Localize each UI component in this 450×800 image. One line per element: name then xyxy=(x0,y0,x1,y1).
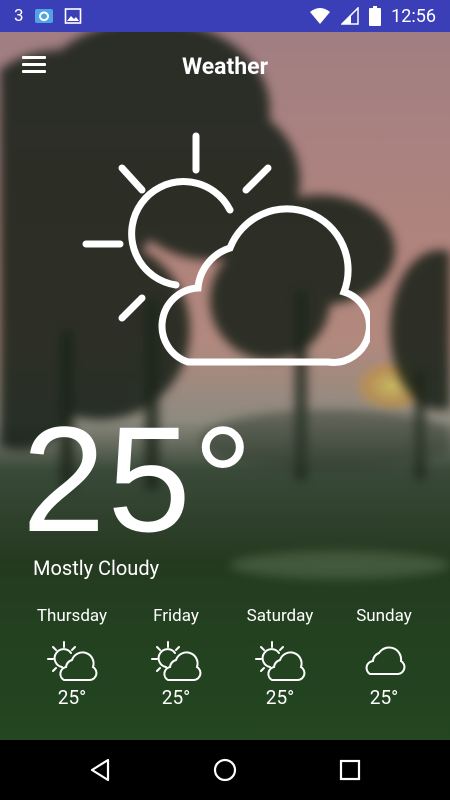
forecast-temp: 25° xyxy=(57,686,87,709)
current-condition: Mostly Cloudy xyxy=(33,556,160,580)
current-temperature: 25° xyxy=(22,395,255,563)
forecast-day-name: Saturday xyxy=(246,606,314,626)
forecast-day: Saturday 25° xyxy=(228,606,332,709)
cloud-icon xyxy=(365,646,406,675)
forecast-list: Thursday 25° Friday 25° Saturday 25° Sun… xyxy=(20,606,436,709)
partly-cloudy-icon xyxy=(255,641,306,681)
image-notification-icon xyxy=(64,8,81,24)
status-bar: 3 12:56 xyxy=(0,0,450,32)
forecast-temp: 25° xyxy=(265,686,295,709)
recents-icon[interactable] xyxy=(336,756,364,784)
forecast-temp: 25° xyxy=(369,686,399,709)
forecast-day: Friday 25° xyxy=(124,606,228,709)
forecast-day-name: Friday xyxy=(153,606,199,626)
clock: 12:56 xyxy=(391,5,436,27)
forecast-temp: 25° xyxy=(161,686,191,709)
home-icon[interactable] xyxy=(211,756,239,784)
wifi-icon xyxy=(310,8,331,24)
partly-cloudy-icon xyxy=(151,641,202,681)
partly-cloudy-icon xyxy=(47,641,98,681)
cell-signal-icon xyxy=(341,7,359,25)
forecast-day-name: Thursday xyxy=(36,606,108,626)
navigation-bar xyxy=(0,740,450,800)
forecast-day: Thursday 25° xyxy=(20,606,124,709)
sync-notification-icon xyxy=(34,9,53,23)
battery-icon xyxy=(369,6,382,26)
back-icon[interactable] xyxy=(86,756,114,784)
forecast-day-name: Sunday xyxy=(356,606,412,626)
page-title: Weather xyxy=(181,53,268,80)
partly-cloudy-icon xyxy=(82,132,370,366)
forecast-day: Sunday 25° xyxy=(332,606,436,709)
signal-label: 3 xyxy=(14,6,24,26)
app-header: Weather xyxy=(0,44,450,90)
